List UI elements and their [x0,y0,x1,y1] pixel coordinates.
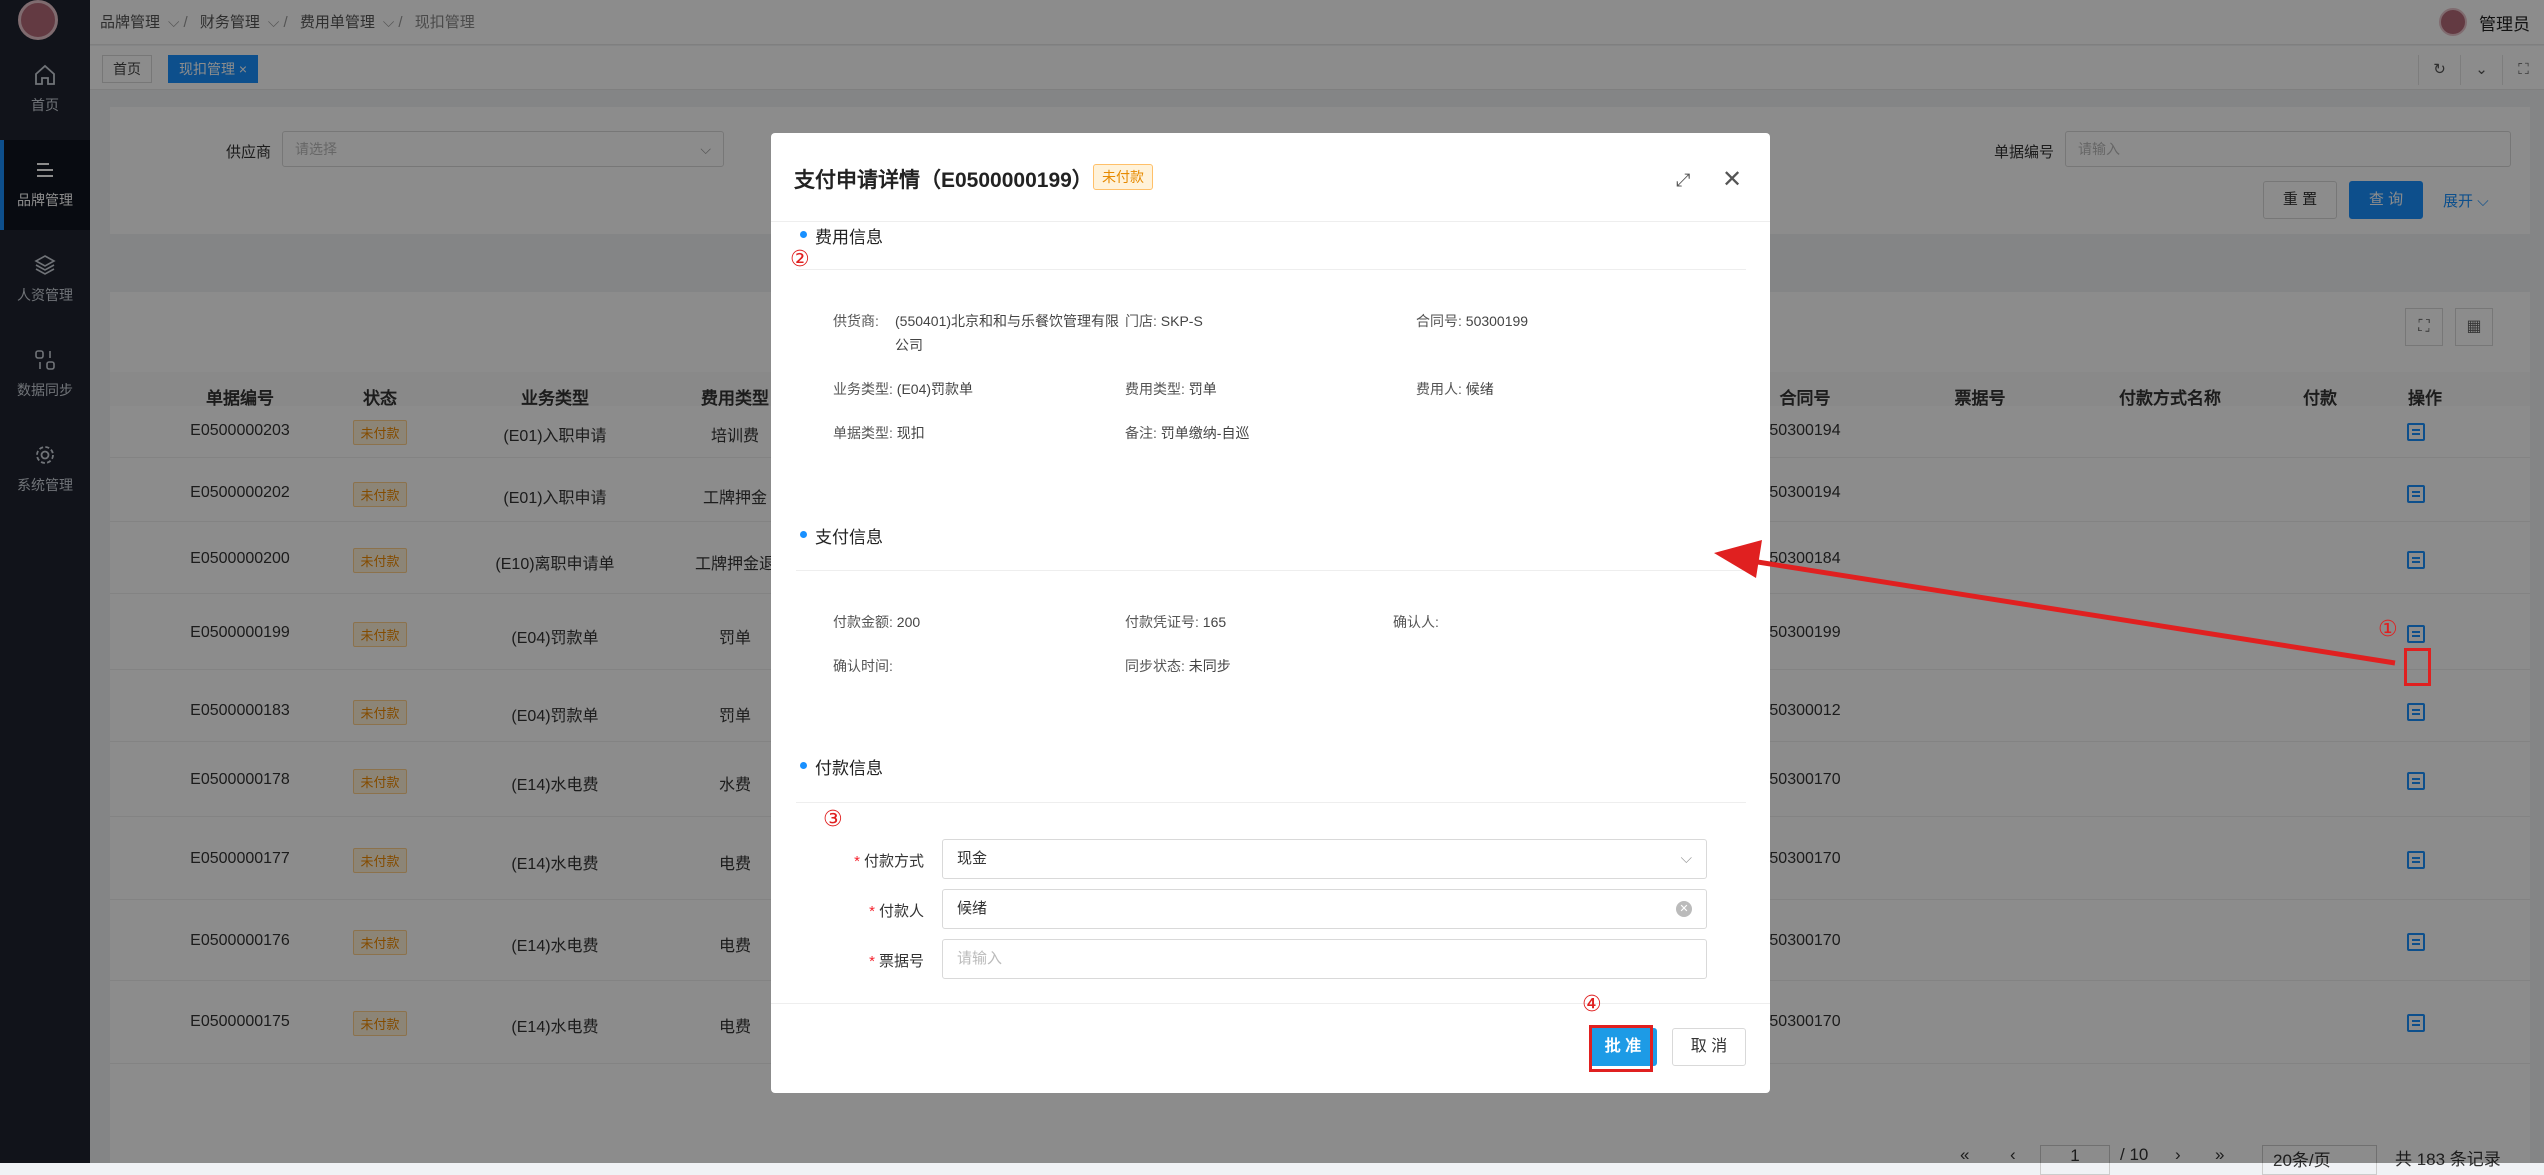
annotation-arrow [1714,540,2396,666]
